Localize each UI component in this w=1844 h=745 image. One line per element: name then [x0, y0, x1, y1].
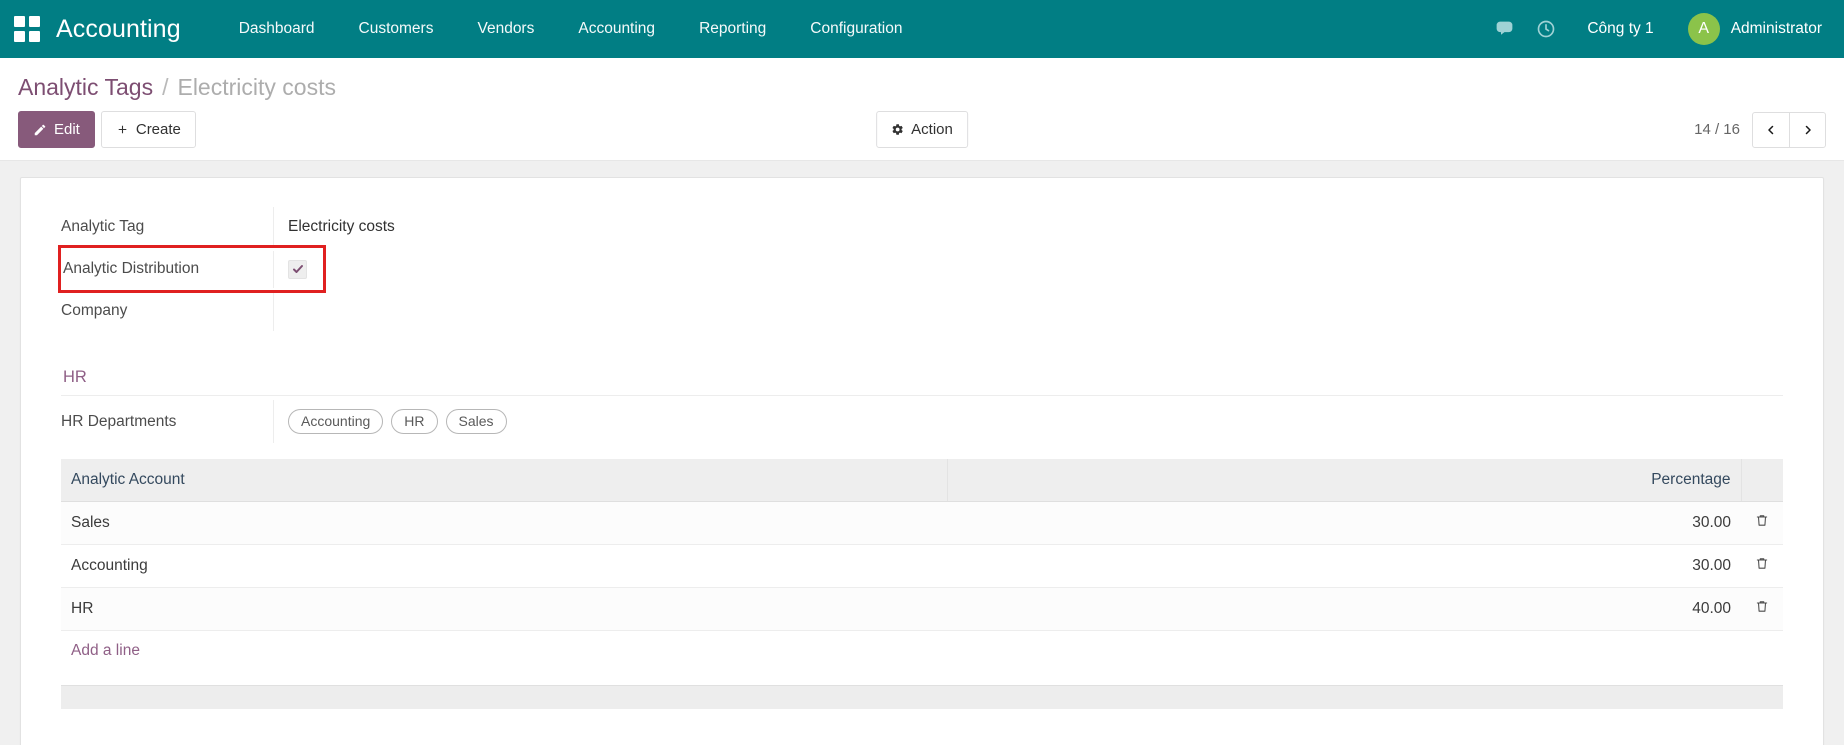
column-header-actions	[1740, 459, 1783, 502]
hr-departments-tag-list: Accounting HR Sales	[288, 409, 507, 434]
trash-icon[interactable]	[1755, 513, 1769, 533]
record-action-buttons: Edit Create	[18, 111, 196, 148]
analytic-distribution-highlight: Analytic Distribution	[58, 245, 326, 293]
trash-icon[interactable]	[1755, 556, 1769, 576]
analytic-tag-value[interactable]: Electricity costs	[273, 207, 1783, 247]
company-switcher[interactable]: Công ty 1	[1567, 20, 1673, 38]
form-view: Analytic Tag Electricity costs Analytic …	[0, 161, 1844, 745]
pager-buttons	[1752, 111, 1826, 148]
table-footer-bar	[61, 685, 1783, 709]
table-row[interactable]: HR 40.00	[61, 587, 1783, 631]
tag-sales[interactable]: Sales	[445, 409, 507, 434]
main-menu: Dashboard Customers Vendors Accounting R…	[217, 0, 925, 58]
action-button[interactable]: Action	[876, 111, 968, 148]
cell-analytic-account[interactable]: Sales	[61, 501, 1083, 545]
add-a-line-link[interactable]: Add a line	[71, 642, 140, 659]
control-panel: Analytic Tags / Electricity costs Edit C…	[0, 58, 1844, 161]
apps-grid-square	[14, 31, 25, 42]
navbar-right-section: Công ty 1 A Administrator	[1483, 0, 1826, 58]
field-row-company: Company	[61, 290, 1783, 332]
apps-grid-square	[29, 16, 40, 27]
tag-hr[interactable]: HR	[391, 409, 438, 434]
edit-button[interactable]: Edit	[18, 111, 95, 148]
cell-delete	[1741, 501, 1783, 545]
create-button[interactable]: Create	[100, 111, 196, 148]
breadcrumb-current: Electricity costs	[177, 74, 336, 100]
apps-grid-square	[29, 31, 40, 42]
company-label: Company	[61, 302, 128, 319]
app-brand-title[interactable]: Accounting	[56, 15, 181, 44]
cell-analytic-account[interactable]: HR	[61, 587, 1083, 631]
analytic-distribution-checkbox[interactable]	[288, 259, 307, 279]
edit-button-label: Edit	[54, 121, 80, 138]
chat-bubble-icon[interactable]	[1483, 0, 1525, 58]
table-body: Sales 30.00 Accounting 30.00 HR 40.00 Ad…	[61, 501, 1783, 671]
analytic-tag-label: Analytic Tag	[61, 218, 145, 235]
plus-icon	[118, 125, 127, 134]
hr-departments-value: Accounting HR Sales	[273, 400, 1783, 443]
create-button-label: Create	[135, 121, 181, 138]
field-row-hr-departments: HR Departments Accounting HR Sales	[61, 400, 1783, 443]
table-head: Analytic Account Percentage	[61, 459, 1783, 502]
menu-item-vendors[interactable]: Vendors	[455, 0, 556, 58]
chevron-left-icon	[1768, 125, 1774, 134]
add-a-line-cell: Add a line	[61, 630, 1783, 671]
clock-icon[interactable]	[1525, 0, 1567, 58]
user-name-label: Administrator	[1730, 20, 1822, 37]
trash-icon[interactable]	[1755, 599, 1769, 619]
chevron-right-icon	[1805, 125, 1811, 134]
column-header-percentage[interactable]: Percentage	[1082, 459, 1741, 502]
breadcrumb-separator: /	[162, 74, 169, 100]
cell-delete	[1741, 544, 1783, 588]
gear-icon	[892, 124, 903, 135]
menu-item-dashboard[interactable]: Dashboard	[217, 0, 337, 58]
avatar: A	[1687, 13, 1720, 45]
section-title-hr: HR	[61, 332, 1783, 396]
action-button-wrapper: Action	[876, 111, 968, 148]
company-value[interactable]	[273, 291, 1783, 331]
cell-percentage[interactable]: 30.00	[1082, 501, 1741, 545]
breadcrumb: Analytic Tags / Electricity costs	[18, 68, 1826, 103]
form-sheet: Analytic Tag Electricity costs Analytic …	[20, 177, 1824, 745]
pager-next-button[interactable]	[1789, 112, 1825, 147]
hr-departments-label: HR Departments	[61, 412, 177, 430]
analytic-distribution-table: Analytic Account Percentage Sales 30.00	[61, 459, 1783, 671]
analytic-distribution-label: Analytic Distribution	[63, 260, 200, 277]
top-navbar: Accounting Dashboard Customers Vendors A…	[0, 0, 1844, 58]
pager: 14 / 16	[1694, 111, 1826, 148]
pager-previous-button[interactable]	[1753, 113, 1789, 147]
cell-analytic-account[interactable]: Accounting	[61, 544, 1083, 588]
pencil-icon	[34, 124, 46, 135]
breadcrumb-parent-link[interactable]: Analytic Tags	[18, 74, 153, 101]
column-header-analytic-account[interactable]: Analytic Account	[61, 459, 948, 502]
check-icon	[292, 265, 303, 273]
menu-item-customers[interactable]: Customers	[337, 0, 456, 58]
cell-delete	[1741, 587, 1783, 631]
cell-percentage[interactable]: 30.00	[1082, 544, 1741, 588]
column-header-spacer	[946, 459, 1083, 502]
analytic-distribution-value	[273, 250, 323, 288]
menu-item-accounting[interactable]: Accounting	[556, 0, 677, 58]
menu-item-configuration[interactable]: Configuration	[788, 0, 924, 58]
table-row[interactable]: Accounting 30.00	[61, 544, 1783, 588]
pager-count[interactable]: 14 / 16	[1694, 121, 1740, 138]
table-row[interactable]: Sales 30.00	[61, 501, 1783, 545]
control-panel-buttons: Edit Create Action 14 / 16	[18, 103, 1826, 160]
user-menu[interactable]: A Administrator	[1674, 13, 1826, 45]
add-a-line-row: Add a line	[61, 630, 1783, 671]
apps-grid-icon[interactable]	[14, 16, 40, 42]
tag-accounting[interactable]: Accounting	[288, 409, 384, 434]
table-header-row: Analytic Account Percentage	[61, 459, 1783, 502]
field-row-analytic-tag: Analytic Tag Electricity costs	[61, 206, 1783, 248]
menu-item-reporting[interactable]: Reporting	[677, 0, 788, 58]
action-button-label: Action	[911, 121, 953, 138]
cell-percentage[interactable]: 40.00	[1082, 587, 1741, 631]
apps-grid-square	[14, 16, 25, 27]
